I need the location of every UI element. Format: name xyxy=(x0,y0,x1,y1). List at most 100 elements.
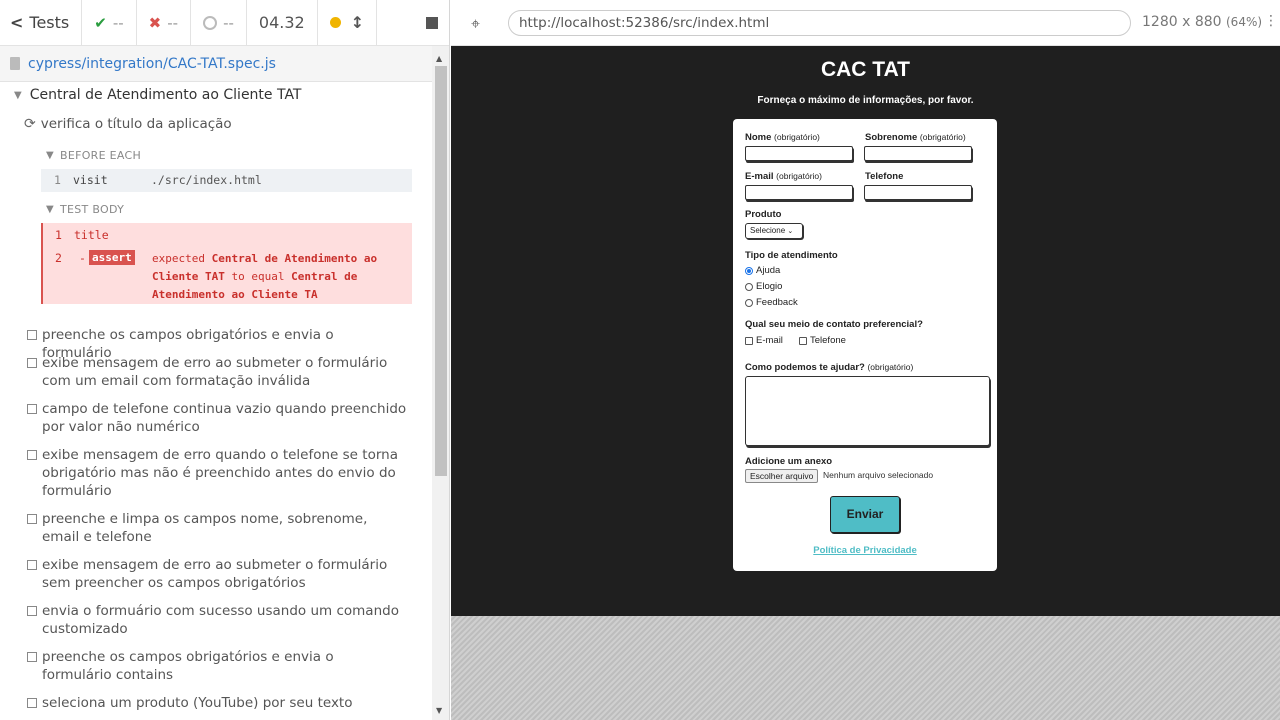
assert-badge[interactable]: assert xyxy=(89,250,135,265)
nome-label: Nome (obrigatório) xyxy=(745,132,820,143)
test-body-label: TEST BODY xyxy=(60,203,125,216)
stats-bar: < Tests ✔ -- ✖ -- -- 04.32 ↕ xyxy=(0,0,449,46)
stop-button[interactable] xyxy=(414,0,449,45)
scroll-up-icon[interactable]: ▲ xyxy=(436,54,442,63)
nome-label-text: Nome xyxy=(745,132,772,143)
viewport-info[interactable]: 1280 x 880 (64%) xyxy=(1142,14,1262,30)
toggle-auto-scroll-icon[interactable]: ↕ xyxy=(351,13,364,32)
required-hint: (obrigatório) xyxy=(776,171,822,181)
spec-file-link[interactable]: cypress/integration/CAC-TAT.spec.js xyxy=(28,56,276,72)
pending-test-title: seleciona um produto (YouTube) por seu t… xyxy=(42,695,353,711)
pending-test[interactable]: exibe mensagem de erro ao submeter o for… xyxy=(27,556,407,592)
failed-commands: 1 title 2 - assert expected Central de A… xyxy=(41,223,412,304)
current-test[interactable]: ⟳ verifica o título da aplicação xyxy=(24,116,232,132)
required-hint: (obrigatório) xyxy=(867,362,914,372)
caret-down-icon: ▼ xyxy=(14,89,22,101)
scroll-down-icon[interactable]: ▼ xyxy=(436,706,442,715)
sobrenome-label: Sobrenome (obrigatório) xyxy=(865,132,966,143)
checkbox-icon[interactable] xyxy=(799,336,807,345)
contato-label: Qual seu meio de contato preferencial? xyxy=(745,319,923,330)
pending-test-title: exibe mensagem de erro ao submeter o for… xyxy=(42,557,388,591)
pending-test[interactable]: exibe mensagem de erro quando o telefone… xyxy=(27,446,407,500)
before-each-hook[interactable]: ▼ BEFORE EACH xyxy=(46,149,141,162)
to-equal-word: to equal xyxy=(231,270,285,283)
sobrenome-input[interactable] xyxy=(864,146,972,161)
spec-header: cypress/integration/CAC-TAT.spec.js xyxy=(0,46,432,82)
pending-test[interactable]: exibe mensagem de erro ao submeter o for… xyxy=(27,354,407,390)
pending-test[interactable]: preenche os campos obrigatórios e envia … xyxy=(27,648,407,684)
radio-label: Ajuda xyxy=(756,265,781,276)
expected-word: expected xyxy=(152,252,205,265)
telefone-label: Telefone xyxy=(865,171,904,182)
ajuda-label-text: Como podemos te ajudar? xyxy=(745,362,865,373)
produto-select[interactable]: Selecione ⌄ xyxy=(745,223,803,239)
checkbox-label: E-mail xyxy=(756,335,783,346)
scrollbar-thumb[interactable] xyxy=(435,66,447,476)
email-input[interactable] xyxy=(745,185,853,200)
chevron-left-icon: < xyxy=(10,13,24,32)
failed-value: -- xyxy=(167,13,179,32)
app-subtitle: Forneça o máximo de informações, por fav… xyxy=(757,95,974,106)
telefone-input[interactable] xyxy=(864,185,972,200)
app-title: CAC TAT xyxy=(820,58,911,81)
nome-input[interactable] xyxy=(745,146,853,161)
sobrenome-label-text: Sobrenome xyxy=(865,132,918,143)
radio-feedback[interactable]: Feedback xyxy=(745,297,798,308)
checkbox-telefone[interactable]: Telefone xyxy=(799,335,846,346)
radio-label: Feedback xyxy=(756,297,798,308)
running-indicator-icon xyxy=(329,17,341,28)
pending-test[interactable]: preenche e limpa os campos nome, sobreno… xyxy=(27,510,407,546)
required-hint: (obrigatório) xyxy=(774,132,820,142)
ajuda-label: Como podemos te ajudar? (obrigatório) xyxy=(745,362,913,373)
url-bar[interactable]: http://localhost:52386/src/index.html xyxy=(508,10,1131,36)
checkbox-email[interactable]: E-mail xyxy=(745,335,783,346)
pending-square-icon xyxy=(27,606,37,616)
chevron-down-icon: ⌄ xyxy=(787,228,794,235)
suite-title[interactable]: ▼ Central de Atendimento ao Cliente TAT xyxy=(14,87,302,103)
command-name[interactable]: title xyxy=(74,228,109,242)
viewport-scale: (64%) xyxy=(1226,15,1263,29)
file-upload-button[interactable]: Escolher arquivo xyxy=(745,469,819,483)
ajuda-textarea[interactable] xyxy=(745,376,990,446)
command-number: 1 xyxy=(55,228,62,242)
pending-square-icon xyxy=(27,514,37,524)
viewport-menu-icon[interactable]: ⋮ xyxy=(1264,13,1278,29)
pending-test[interactable]: envia o formuário com sucesso usando um … xyxy=(27,602,407,638)
contact-form: Nome (obrigatório) Sobrenome (obrigatóri… xyxy=(733,119,997,571)
pending-value: -- xyxy=(223,13,234,32)
submit-button[interactable]: Enviar xyxy=(830,496,900,533)
checkbox-label: Telefone xyxy=(810,335,846,346)
radio-icon[interactable] xyxy=(745,298,753,307)
pending-square-icon xyxy=(27,652,37,662)
passed-value: -- xyxy=(112,13,124,32)
email-label-text: E-mail xyxy=(745,171,774,182)
pending-count: -- xyxy=(191,0,247,45)
pending-test-title: exibe mensagem de erro ao submeter o for… xyxy=(42,355,388,389)
suite-title-text: Central de Atendimento ao Cliente TAT xyxy=(29,87,302,103)
failed-count: ✖ -- xyxy=(137,0,192,45)
run-controls: ↕ xyxy=(318,0,378,45)
produto-selected: Selecione xyxy=(750,226,786,235)
cross-icon: ✖ xyxy=(148,13,162,32)
command-number: 1 xyxy=(54,173,61,187)
radio-ajuda[interactable]: Ajuda xyxy=(745,265,780,276)
command-row[interactable]: 1 visit ./src/index.html xyxy=(41,169,412,192)
pending-test[interactable]: campo de telefone continua vazio quando … xyxy=(27,400,407,436)
selector-playground-icon[interactable]: ⌖ xyxy=(471,14,480,34)
current-test-title: verifica o título da aplicação xyxy=(40,116,232,132)
pending-test-title: preenche os campos obrigatórios e envia … xyxy=(42,649,334,683)
radio-icon[interactable] xyxy=(745,282,753,291)
tests-back-button[interactable]: < Tests xyxy=(0,0,83,45)
passed-count: ✔ -- xyxy=(82,0,137,45)
pending-test-title: exibe mensagem de erro quando o telefone… xyxy=(42,447,398,499)
assert-message: expected Central de Atendimento ao Clien… xyxy=(152,250,407,304)
checkbox-icon[interactable] xyxy=(745,336,753,345)
pending-square-icon xyxy=(27,450,37,460)
tipo-label: Tipo de atendimento xyxy=(745,250,838,261)
pending-test[interactable]: seleciona um produto (YouTube) por seu t… xyxy=(27,694,407,712)
radio-checked-icon[interactable] xyxy=(745,266,753,275)
radio-elogio[interactable]: Elogio xyxy=(745,281,782,292)
pending-square-icon xyxy=(27,560,37,570)
test-body-hook[interactable]: ▼ TEST BODY xyxy=(46,203,124,216)
privacy-link[interactable]: Política de Privacidade xyxy=(733,545,997,556)
